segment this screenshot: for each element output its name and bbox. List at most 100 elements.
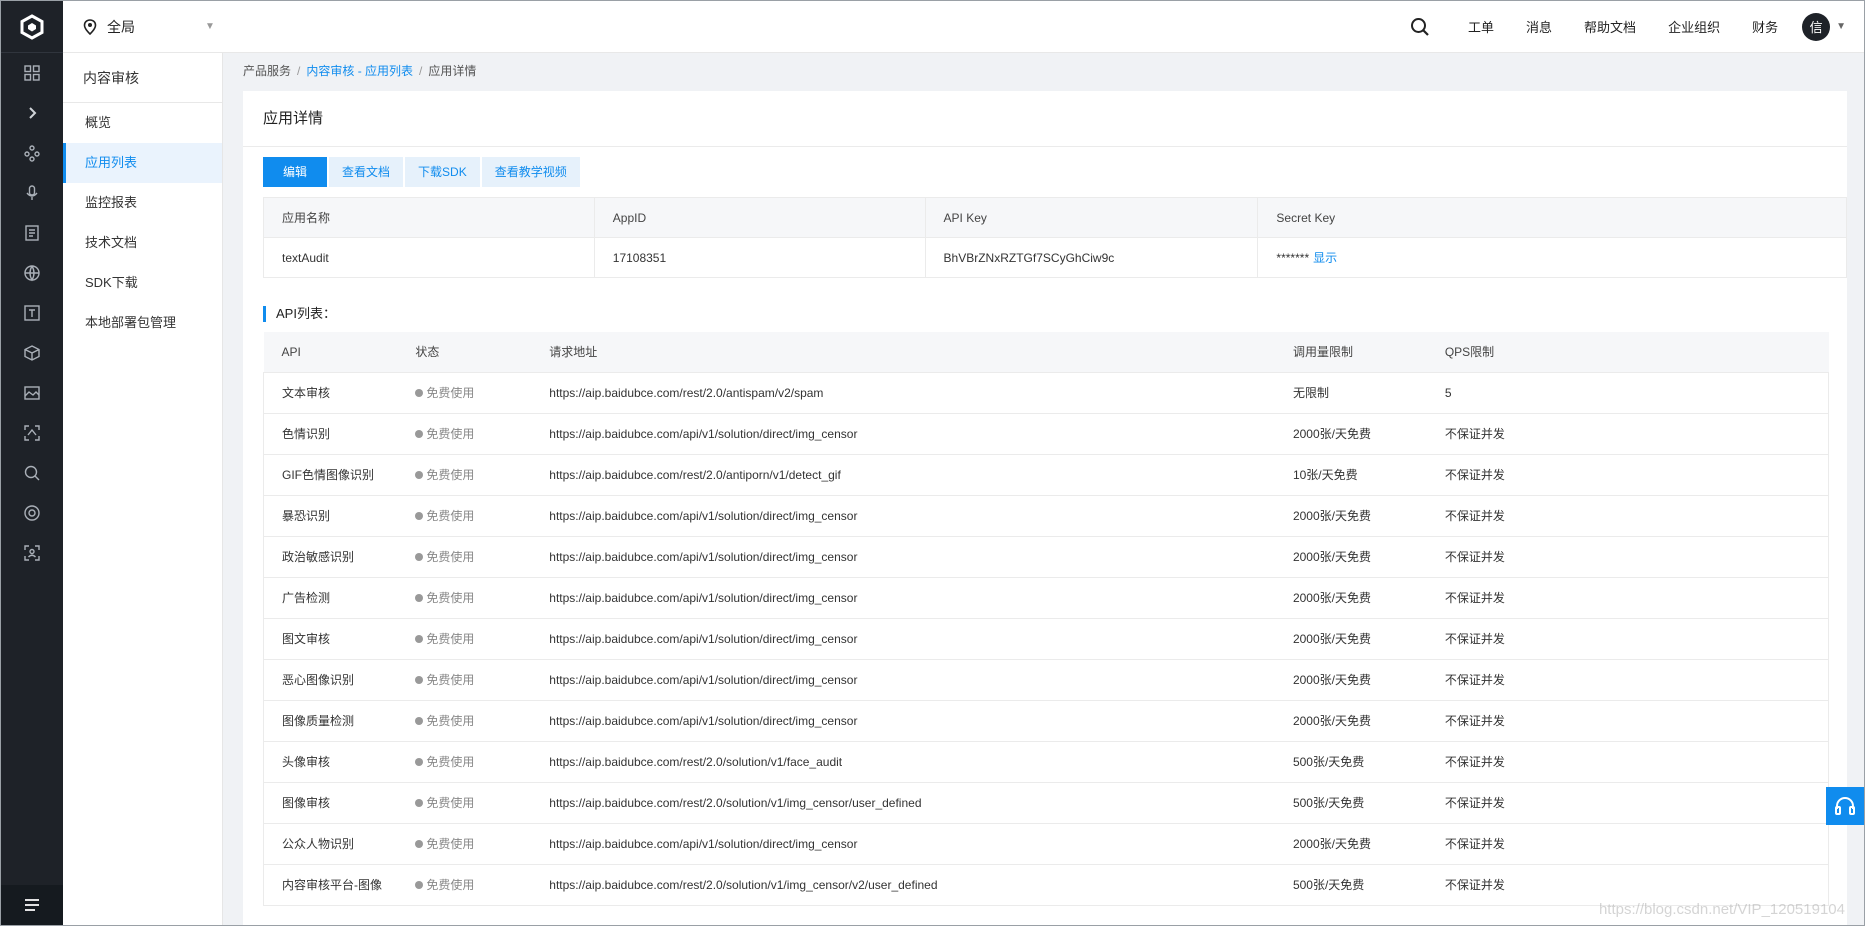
nodes-icon[interactable] — [1, 133, 63, 173]
search-icon[interactable] — [1388, 17, 1452, 37]
avatar[interactable]: 信 — [1802, 12, 1831, 41]
status-dot-icon — [415, 635, 424, 643]
breadcrumb-current: 应用详情 — [428, 64, 477, 78]
region-label: 全局 — [107, 18, 135, 35]
status-label: 免费使用 — [426, 509, 475, 523]
qps-limit-cell: 不保证并发 — [1426, 864, 1829, 906]
url-cell: https://aip.baidubce.com/rest/2.0/antipo… — [531, 454, 1275, 496]
tutorial-video-button[interactable]: 查看教学视频 — [481, 157, 580, 187]
topbar-link-organization[interactable]: 企业组织 — [1652, 17, 1736, 36]
url-cell: https://aip.baidubce.com/api/v1/solution… — [531, 413, 1275, 455]
status-label: 免费使用 — [426, 755, 475, 769]
api-name-cell: 内容审核平台-图像 — [263, 864, 398, 906]
sidebar-item-app-list[interactable]: 应用列表 — [63, 143, 222, 183]
api-list-title: API列表： — [263, 306, 1847, 322]
table-row: 图文审核 免费使用 https://aip.baidubce.com/api/v1/… — [263, 618, 1829, 660]
qps-limit-cell: 不保证并发 — [1426, 495, 1829, 537]
qps-limit-cell: 5 — [1426, 372, 1829, 414]
view-docs-button[interactable]: 查看文档 — [329, 157, 404, 187]
table-row: 政治敏感识别 免费使用 https://aip.baidubce.com/api/v… — [263, 536, 1829, 578]
microphone-icon[interactable] — [1, 173, 63, 213]
document-icon[interactable] — [1, 213, 63, 253]
download-sdk-button[interactable]: 下载SDK — [405, 157, 480, 187]
search-scan-icon[interactable] — [1, 453, 63, 493]
status-dot-icon — [415, 553, 424, 561]
url-cell: https://aip.baidubce.com/rest/2.0/soluti… — [531, 741, 1275, 783]
status-badge: 免费使用 — [415, 468, 474, 482]
app-id-cell: 17108351 — [593, 237, 926, 278]
person-scan-icon[interactable] — [1, 533, 63, 573]
breadcrumb-link-app-list[interactable]: 内容审核 - 应用列表 — [306, 64, 413, 78]
sidebar-title: 内容审核 — [63, 53, 222, 103]
chevron-down-icon[interactable]: ▼ — [1836, 21, 1846, 32]
table-row: 文本审核 免费使用 https://aip.baidubce.com/rest/2.… — [263, 372, 1829, 414]
location-pin-icon — [83, 18, 97, 35]
sidebar-item-tech-docs[interactable]: 技术文档 — [63, 223, 222, 263]
sidebar-item-sdk-download[interactable]: SDK下载 — [63, 263, 222, 303]
status-badge: 免费使用 — [415, 714, 474, 728]
topbar-link-messages[interactable]: 消息 — [1510, 17, 1568, 36]
expand-chevron-icon[interactable] — [1, 93, 63, 133]
column-header: 调用量限制 — [1274, 332, 1427, 373]
qps-limit-cell: 不保证并发 — [1426, 741, 1829, 783]
status-label: 免费使用 — [426, 591, 475, 605]
url-cell: https://aip.baidubce.com/api/v1/solution… — [531, 495, 1275, 537]
region-selector[interactable]: 全局 ▼ — [83, 17, 215, 37]
status-cell: 免费使用 — [397, 577, 532, 619]
status-cell: 免费使用 — [397, 454, 532, 496]
headset-support-icon[interactable] — [1826, 787, 1864, 825]
face-scan-icon[interactable] — [1, 413, 63, 453]
service-sidebar: 内容审核 概览 应用列表 监控报表 技术文档 SDK下载 本地部署包管理 — [63, 53, 223, 925]
api-name-cell: 公众人物识别 — [263, 823, 398, 865]
status-badge: 免费使用 — [415, 673, 474, 687]
edit-button[interactable]: 编辑 — [263, 157, 328, 187]
table-row: 内容审核平台-图像 免费使用 https://aip.baidubce.com/re… — [263, 864, 1829, 906]
call-limit-cell: 2000张/天免费 — [1274, 577, 1427, 619]
api-name-cell: 图像质量检测 — [263, 700, 398, 742]
call-limit-cell: 500张/天免费 — [1274, 741, 1427, 783]
globe-icon[interactable] — [1, 253, 63, 293]
column-header: API — [263, 332, 398, 373]
call-limit-cell: 2000张/天免费 — [1274, 823, 1427, 865]
status-dot-icon — [415, 881, 424, 889]
table-row: 恶心图像识别 免费使用 https://aip.baidubce.com/api/v… — [263, 659, 1829, 701]
sidebar-item-monitoring[interactable]: 监控报表 — [63, 183, 222, 223]
status-cell: 免费使用 — [397, 823, 532, 865]
api-name-cell: 头像审核 — [263, 741, 398, 783]
url-cell: https://aip.baidubce.com/api/v1/solution… — [531, 536, 1275, 578]
product-rail — [1, 1, 63, 925]
status-label: 免费使用 — [426, 837, 475, 851]
radar-icon[interactable] — [1, 493, 63, 533]
sidebar-item-local-deploy[interactable]: 本地部署包管理 — [63, 303, 222, 343]
column-header: QPS限制 — [1426, 332, 1829, 373]
status-label: 免费使用 — [426, 714, 475, 728]
api-name-cell: 政治敏感识别 — [263, 536, 398, 578]
sidebar-item-overview[interactable]: 概览 — [63, 103, 222, 143]
show-secret-link[interactable]: 显示 — [1313, 251, 1337, 265]
status-badge: 免费使用 — [415, 427, 474, 441]
secret-key-mask: ******* — [1276, 251, 1310, 265]
breadcrumb-root: 产品服务 — [243, 64, 292, 78]
url-cell: https://aip.baidubce.com/api/v1/solution… — [531, 618, 1275, 660]
menu-collapse-icon[interactable] — [1, 885, 63, 925]
status-dot-icon — [415, 471, 424, 479]
api-name-cell: 广告检测 — [263, 577, 398, 619]
dashboard-grid-icon[interactable] — [1, 53, 63, 93]
cube-icon[interactable] — [1, 333, 63, 373]
status-cell: 免费使用 — [397, 700, 532, 742]
image-icon[interactable] — [1, 373, 63, 413]
qps-limit-cell: 不保证并发 — [1426, 413, 1829, 455]
text-icon[interactable] — [1, 293, 63, 333]
url-cell: https://aip.baidubce.com/api/v1/solution… — [531, 577, 1275, 619]
topbar-link-ticket[interactable]: 工单 — [1452, 17, 1510, 36]
cloud-logo-icon[interactable] — [1, 1, 63, 53]
status-dot-icon — [415, 840, 424, 848]
status-cell: 免费使用 — [397, 536, 532, 578]
topbar-link-help-docs[interactable]: 帮助文档 — [1568, 17, 1652, 36]
status-badge: 免费使用 — [415, 632, 474, 646]
status-badge: 免费使用 — [415, 386, 474, 400]
topbar-link-finance[interactable]: 财务 — [1736, 17, 1794, 36]
call-limit-cell: 500张/天免费 — [1274, 782, 1427, 824]
status-dot-icon — [415, 799, 424, 807]
status-badge: 免费使用 — [415, 796, 474, 810]
